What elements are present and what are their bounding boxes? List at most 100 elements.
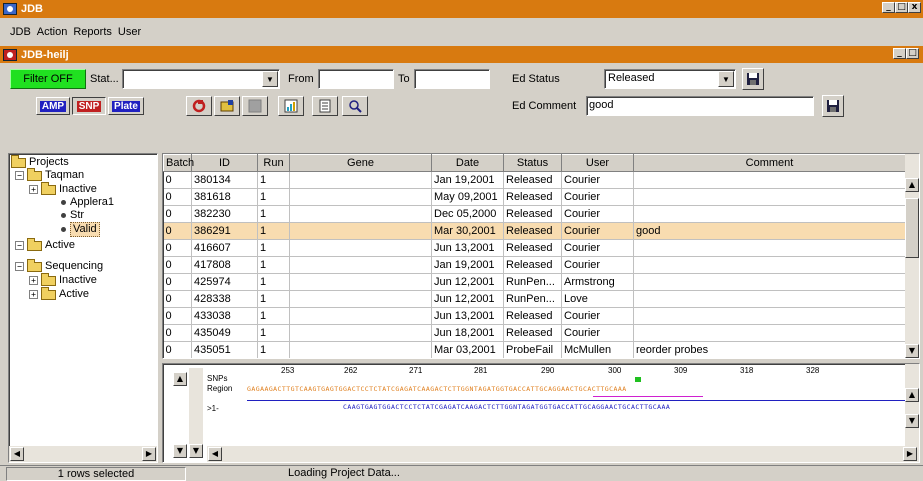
stat-combo[interactable]: ▼	[122, 69, 280, 89]
snp-marker[interactable]	[635, 377, 641, 382]
col-header-status[interactable]: Status	[503, 154, 562, 172]
table-row[interactable]: 0 417808 1 Jan 19,2001 Released Courier	[163, 256, 906, 274]
add-record-button[interactable]	[214, 96, 240, 116]
menu-reports[interactable]: Reports	[73, 26, 112, 40]
table-vscrollbar[interactable]: ▲ ▼	[905, 154, 919, 358]
refresh-button[interactable]	[186, 96, 212, 116]
col-header-comment[interactable]: Comment	[633, 154, 906, 172]
to-date-field[interactable]	[414, 69, 490, 89]
expand-icon[interactable]: +	[29, 185, 38, 194]
inner-minimize-button[interactable]: _	[893, 48, 906, 59]
table-cell-status: RunPen...	[503, 273, 562, 291]
table-row[interactable]: 0 425974 1 Jun 12,2001 RunPen... Armstrong	[163, 273, 906, 291]
expand-icon[interactable]: +	[29, 290, 38, 299]
disabled-tool-button[interactable]	[242, 96, 268, 116]
table-row[interactable]: 0 435051 1 Mar 03,2001 ProbeFail McMullen reor…	[163, 341, 906, 358]
table-cell-id: 435051	[191, 341, 258, 358]
table-cell-gene	[289, 324, 432, 342]
table-cell-date: Mar 30,2001	[431, 222, 504, 240]
chevron-down-icon: ▼	[266, 74, 274, 84]
maximize-button[interactable]: □	[895, 2, 908, 13]
table-row[interactable]: 0 435049 1 Jun 18,2001 Released Courier	[163, 324, 906, 342]
table-row[interactable]: 0 382230 1 Dec 05,2000 Released Courier	[163, 205, 906, 223]
table-cell-status: ProbeFail	[503, 341, 562, 358]
scroll-down-button[interactable]: ▼	[905, 344, 919, 358]
app-titlebar: JDB _ □ x	[0, 0, 923, 18]
table-row[interactable]: 04375051 Dec 20,2000AllHetMcMullen	[164, 359, 906, 360]
table-cell-id: 416607	[191, 239, 258, 257]
table-cell-comment: good	[633, 222, 906, 240]
menu-bar: JDB Action Reports User	[10, 26, 147, 40]
save-comment-button[interactable]	[822, 95, 844, 117]
scroll-thumb[interactable]	[905, 198, 919, 258]
scroll-right-button[interactable]: ▶	[142, 447, 156, 461]
ed-status-dropdown-button[interactable]: ▼	[718, 71, 734, 87]
table-cell-id: 435049	[191, 324, 258, 342]
tree-item-taqman-active[interactable]: − Active	[15, 237, 75, 252]
table-row[interactable]: 0 416607 1 Jun 13,2001 Released Courier	[163, 239, 906, 257]
close-button[interactable]: x	[908, 2, 921, 13]
seq-vscroll-track[interactable]	[189, 368, 203, 444]
table-cell-user: Courier	[561, 239, 634, 257]
table-row[interactable]: 0 381618 1 May 09,2001 Released Courier	[163, 188, 906, 206]
tree-item-str[interactable]: Str	[61, 209, 84, 222]
minimize-button[interactable]: _	[882, 2, 895, 13]
search-button[interactable]	[342, 96, 368, 116]
scroll-left-button[interactable]: ◀	[10, 447, 24, 461]
inner-maximize-button[interactable]: □	[906, 48, 919, 59]
seq-scroll-left-button[interactable]: ◀	[208, 447, 222, 461]
stat-dropdown-button[interactable]: ▼	[262, 71, 278, 87]
tree-item-applera1[interactable]: Applera1	[61, 196, 114, 209]
tree-item-projects[interactable]: Projects	[11, 154, 69, 169]
col-header-id[interactable]: ID	[191, 154, 258, 172]
tree-item-sequencing[interactable]: − Sequencing	[15, 258, 103, 273]
menu-jdb[interactable]: JDB	[10, 26, 31, 40]
tree-item-seq-inactive[interactable]: + Inactive	[29, 272, 97, 287]
chart-button[interactable]	[278, 96, 304, 116]
col-header-date[interactable]: Date	[431, 154, 504, 172]
seq-right-up-button[interactable]: ▲	[905, 388, 919, 402]
tree-item-taqman[interactable]: − Taqman	[15, 167, 84, 182]
table-cell-date: Jun 13,2001	[431, 239, 504, 257]
seq-scroll-down-button-2[interactable]: ▼	[189, 444, 203, 458]
expand-icon[interactable]: +	[29, 276, 38, 285]
plate-button[interactable]: Plate	[108, 97, 144, 115]
collapse-icon[interactable]: −	[15, 262, 24, 271]
table-cell-date: Dec 05,2000	[431, 205, 504, 223]
amp-button[interactable]: AMP	[36, 97, 70, 115]
table-row[interactable]: 0 386291 1 Mar 30,2001 Released Courier good	[163, 222, 906, 240]
tree-item-taqman-inactive[interactable]: + Inactive	[29, 181, 97, 196]
menu-action[interactable]: Action	[37, 26, 68, 40]
col-header-run[interactable]: Run	[257, 154, 290, 172]
scroll-up-button[interactable]: ▲	[905, 178, 919, 192]
project-tree[interactable]: Projects − Taqman + Inactive Applera1 St…	[8, 153, 158, 463]
filter-toggle-button[interactable]: Filter OFF	[10, 69, 86, 89]
table-row[interactable]: 0 380134 1 Jan 19,2001 Released Courier	[163, 171, 906, 189]
menu-user[interactable]: User	[118, 26, 141, 40]
table-row[interactable]: 0 433038 1 Jun 13,2001 Released Courier	[163, 307, 906, 325]
seq-hscrollbar[interactable]: ◀ ▶	[207, 446, 919, 462]
ed-comment-field[interactable]: good	[586, 96, 814, 116]
seq-right-down-button[interactable]: ▼	[905, 414, 919, 428]
seq-scroll-right-button[interactable]: ▶	[903, 447, 917, 461]
seq-right-vscrollbar[interactable]: ▲ ▼	[905, 364, 919, 448]
col-header-user[interactable]: User	[561, 154, 634, 172]
snp-button[interactable]: SNP	[72, 97, 106, 115]
table-cell-status: Released	[503, 324, 562, 342]
folder-open-icon	[27, 167, 42, 181]
sequence-viewer[interactable]: ▲ ▼ ▼ SNPs Region >1- 253 262 271 281 290 300…	[162, 363, 920, 463]
table-cell-user: Courier	[561, 188, 634, 206]
collapse-icon[interactable]: −	[15, 171, 24, 180]
ed-status-combo[interactable]: Released ▼	[604, 69, 736, 89]
report-button[interactable]	[312, 96, 338, 116]
from-date-field[interactable]	[318, 69, 394, 89]
tree-hscrollbar[interactable]: ◀ ▶	[9, 446, 157, 462]
seq-scroll-down-button[interactable]: ▼	[173, 444, 187, 458]
save-status-button[interactable]	[742, 68, 764, 90]
table-row[interactable]: 0 428338 1 Jun 12,2001 RunPen... Love	[163, 290, 906, 308]
col-header-gene[interactable]: Gene	[289, 154, 432, 172]
col-header-batch[interactable]: Batch	[163, 154, 194, 172]
collapse-icon[interactable]: −	[15, 241, 24, 250]
tree-item-seq-active[interactable]: + Active	[29, 286, 89, 301]
tree-item-valid[interactable]: Valid	[61, 222, 100, 237]
